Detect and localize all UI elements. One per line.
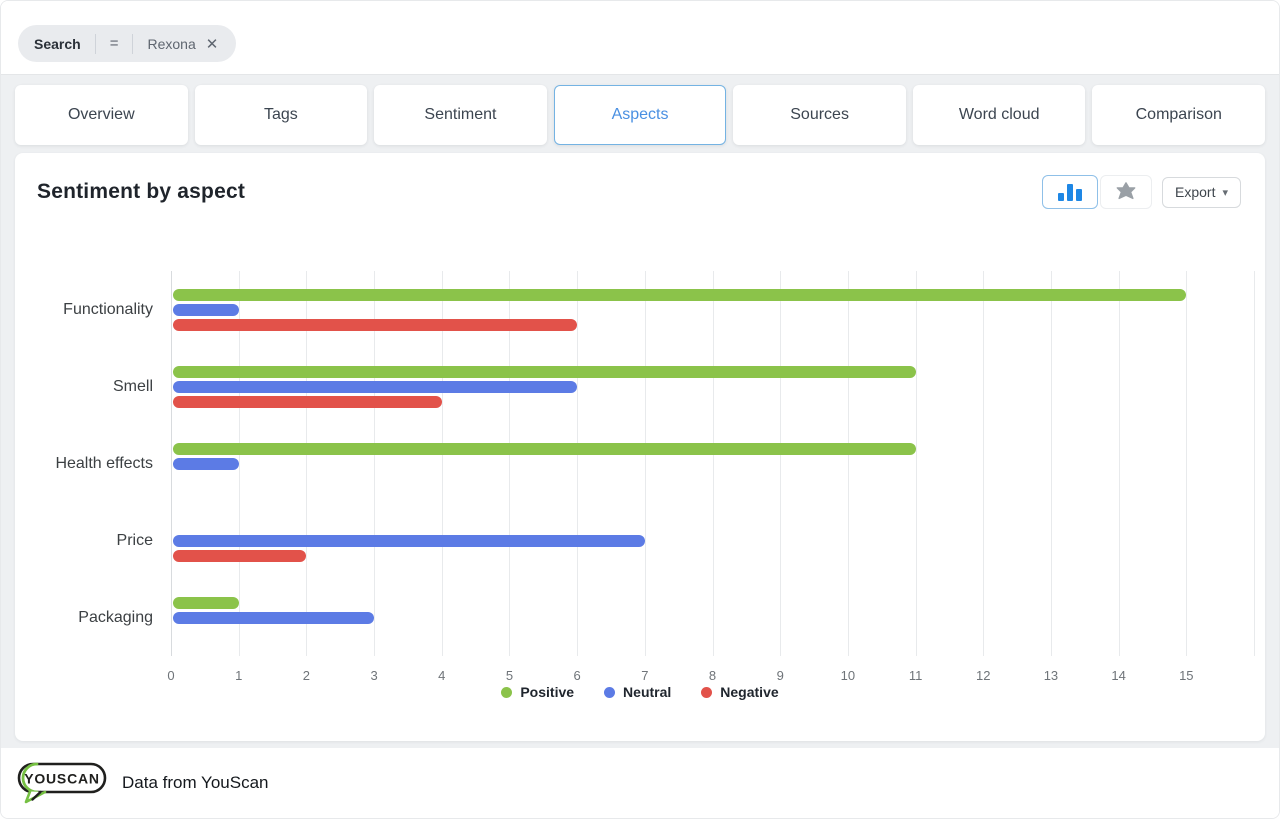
youscan-logo: YOUSCAN (15, 761, 109, 805)
star-button[interactable] (1100, 175, 1152, 209)
category-label-smell: Smell (3, 376, 153, 398)
x-tick-label: 2 (303, 668, 310, 683)
gridline (780, 271, 781, 656)
bar-positive-packaging[interactable] (173, 597, 239, 609)
panel-title: Sentiment by aspect (37, 180, 245, 204)
tab-comparison[interactable]: Comparison (1092, 85, 1265, 145)
gridline (713, 271, 714, 656)
top-filter-bar: Search = Rexona ✕ (1, 1, 1279, 75)
bar-chart-plot: 0123456789101112131415FunctionalitySmell… (171, 271, 1254, 656)
x-tick-label: 9 (777, 668, 784, 683)
x-tick-label: 4 (438, 668, 445, 683)
bar-negative-functionality[interactable] (173, 319, 577, 331)
caret-down-icon: ▾ (1222, 186, 1228, 199)
gridline (577, 271, 578, 656)
x-tick-label: 15 (1179, 668, 1193, 683)
x-tick-label: 7 (641, 668, 648, 683)
legend-label-negative: Negative (720, 684, 778, 700)
bar-positive-functionality[interactable] (173, 289, 1186, 301)
legend-dot-neutral (604, 687, 615, 698)
remove-filter-icon[interactable]: ✕ (204, 35, 221, 53)
category-label-price: Price (3, 530, 153, 552)
tab-aspects[interactable]: Aspects (554, 85, 727, 145)
tab-overview[interactable]: Overview (15, 85, 188, 145)
x-tick-label: 6 (574, 668, 581, 683)
category-label-packaging: Packaging (3, 607, 153, 629)
export-label: Export (1175, 184, 1215, 200)
tab-tags[interactable]: Tags (195, 85, 368, 145)
footer: YOUSCAN Data from YouScan (1, 748, 1279, 818)
x-tick-label: 12 (976, 668, 990, 683)
x-tick-label: 0 (167, 668, 174, 683)
legend-dot-positive (501, 687, 512, 698)
bar-positive-health-effects[interactable] (173, 443, 916, 455)
gridline (1051, 271, 1052, 656)
gridline (171, 271, 172, 656)
filter-operator[interactable]: = (96, 35, 133, 52)
star-icon (1115, 181, 1137, 203)
x-tick-label: 11 (909, 668, 923, 683)
gridline (645, 271, 646, 656)
gridline (983, 271, 984, 656)
legend-label-positive: Positive (520, 684, 574, 700)
bar-neutral-functionality[interactable] (173, 304, 239, 316)
tab-word-cloud[interactable]: Word cloud (913, 85, 1086, 145)
category-label-functionality: Functionality (3, 299, 153, 321)
legend-item-neutral[interactable]: Neutral (604, 684, 671, 700)
x-tick-label: 3 (370, 668, 377, 683)
x-tick-label: 10 (841, 668, 855, 683)
footer-attribution: Data from YouScan (122, 773, 268, 793)
tab-sentiment[interactable]: Sentiment (374, 85, 547, 145)
panel-header: Sentiment by aspect Export ▾ (15, 153, 1265, 209)
legend-dot-negative (701, 687, 712, 698)
chart-type-button[interactable] (1042, 175, 1098, 209)
bar-neutral-health-effects[interactable] (173, 458, 239, 470)
x-tick-label: 5 (506, 668, 513, 683)
bar-negative-price[interactable] (173, 550, 306, 562)
gridline (1119, 271, 1120, 656)
filter-field-label[interactable]: Search (34, 36, 95, 52)
bar-negative-smell[interactable] (173, 396, 442, 408)
search-filter-chip[interactable]: Search = Rexona ✕ (18, 25, 236, 62)
legend-item-negative[interactable]: Negative (701, 684, 778, 700)
bar-neutral-price[interactable] (173, 535, 645, 547)
tabs: OverviewTagsSentimentAspectsSourcesWord … (15, 85, 1265, 145)
export-button[interactable]: Export ▾ (1162, 177, 1241, 208)
tab-sources[interactable]: Sources (733, 85, 906, 145)
filter-value[interactable]: Rexona (133, 36, 203, 52)
legend-label-neutral: Neutral (623, 684, 671, 700)
gridline (1186, 271, 1187, 656)
content-background: OverviewTagsSentimentAspectsSourcesWord … (1, 75, 1279, 748)
bar-chart-icon (1058, 184, 1082, 201)
gridline (848, 271, 849, 656)
gridline (1254, 271, 1255, 656)
bar-positive-smell[interactable] (173, 366, 916, 378)
legend-item-positive[interactable]: Positive (501, 684, 574, 700)
chart-legend: Positive Neutral Negative (15, 684, 1265, 700)
x-tick-label: 14 (1111, 668, 1125, 683)
bar-neutral-packaging[interactable] (173, 612, 374, 624)
logo-text: YOUSCAN (24, 771, 100, 787)
page: Search = Rexona ✕ OverviewTagsSentimentA… (0, 0, 1280, 819)
x-tick-label: 13 (1044, 668, 1058, 683)
bar-neutral-smell[interactable] (173, 381, 577, 393)
category-label-health-effects: Health effects (3, 453, 153, 475)
sentiment-by-aspect-panel: Sentiment by aspect Export ▾ (15, 153, 1265, 741)
panel-toolbar: Export ▾ (1042, 175, 1241, 209)
gridline (916, 271, 917, 656)
x-tick-label: 1 (235, 668, 242, 683)
x-tick-label: 8 (709, 668, 716, 683)
